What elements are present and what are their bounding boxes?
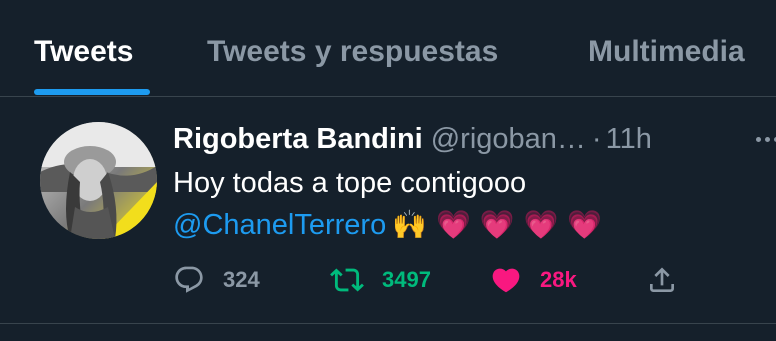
reply-count: 324 bbox=[223, 267, 260, 292]
share-icon bbox=[650, 267, 674, 292]
tweet-text-line: Hoy todas a tope contigooo bbox=[173, 167, 527, 199]
retweet-button[interactable]: 3497 bbox=[330, 257, 431, 303]
retweet-count: 3497 bbox=[382, 267, 431, 292]
tweet-text-line-2: @ChanelTerrero 🙌 💗 💗 💗 💗 bbox=[173, 205, 602, 245]
share-button[interactable] bbox=[646, 257, 678, 303]
more-options-icon[interactable] bbox=[752, 125, 776, 155]
tab-tweets[interactable]: Tweets bbox=[34, 30, 133, 74]
author-handle[interactable]: @rigoban… bbox=[431, 123, 586, 155]
reply-button[interactable]: 324 bbox=[173, 257, 260, 303]
emoji-sequence: 🙌 💗 💗 💗 💗 bbox=[392, 208, 603, 241]
tweet-actions: 324 3497 28k bbox=[0, 257, 776, 303]
retweet-icon bbox=[330, 268, 364, 292]
mention-link[interactable]: @ChanelTerrero bbox=[173, 209, 386, 241]
active-tab-indicator bbox=[34, 89, 150, 95]
like-button[interactable]: 28k bbox=[490, 257, 577, 303]
reply-icon bbox=[175, 266, 203, 293]
avatar[interactable] bbox=[40, 122, 157, 239]
author-name[interactable]: Rigoberta Bandini bbox=[173, 123, 423, 155]
profile-tabs: Tweets Tweets y respuestas Multimedia bbox=[0, 0, 776, 97]
separator-dot: · bbox=[591, 123, 602, 155]
tweet-timestamp[interactable]: 11h bbox=[606, 123, 652, 155]
tab-tweets-y-respuestas[interactable]: Tweets y respuestas bbox=[207, 30, 498, 74]
like-count: 28k bbox=[540, 267, 577, 292]
tweet[interactable]: Rigoberta Bandini @rigoban… · 11h Hoy todas… bbox=[0, 97, 776, 324]
tweet-header: Rigoberta Bandini @rigoban… · 11h bbox=[173, 119, 652, 159]
tab-multimedia[interactable]: Multimedia bbox=[588, 30, 745, 74]
heart-icon bbox=[492, 268, 520, 293]
